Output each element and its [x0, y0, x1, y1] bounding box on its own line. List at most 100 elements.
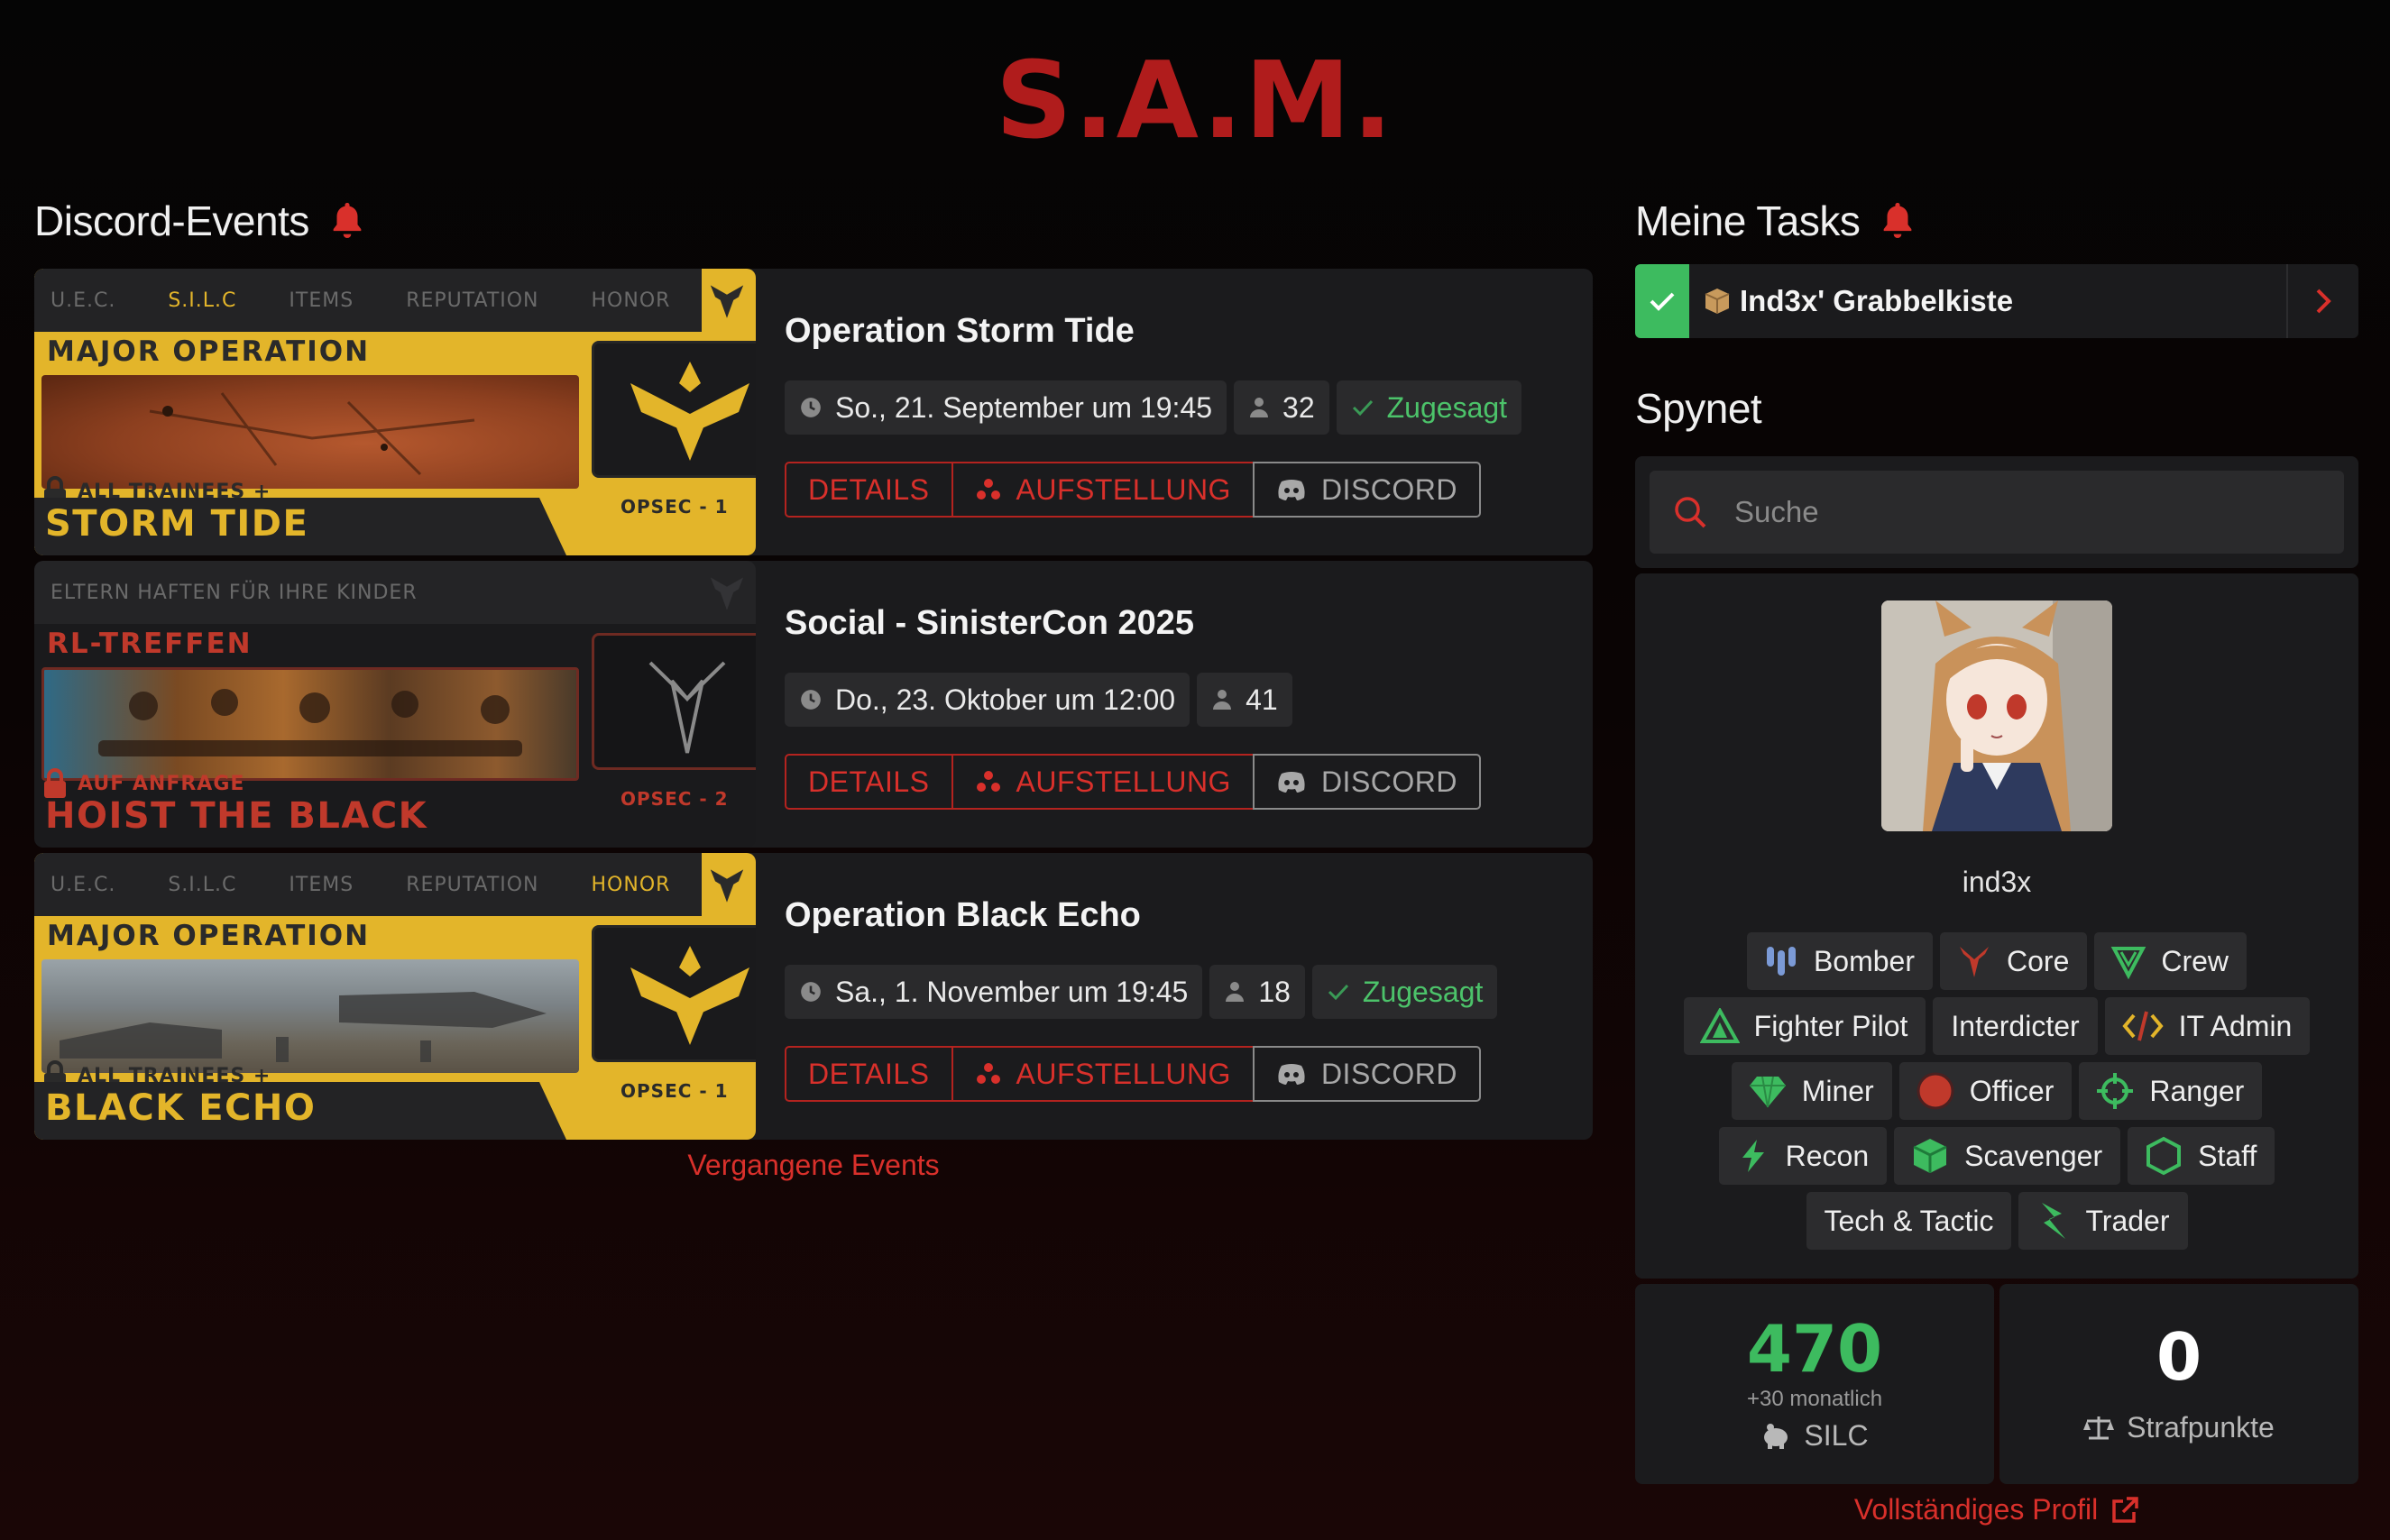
event-meta: Sa., 1. November um 19:45 18 Zugesagt: [785, 965, 1498, 1019]
role-badge[interactable]: Bomber: [1746, 932, 1933, 990]
event-title[interactable]: Operation Storm Tide: [785, 312, 1135, 351]
bell-icon[interactable]: [1880, 201, 1916, 241]
profile-card: ind3x Bomber Core Crew Fighter Pilot Int…: [1635, 573, 2358, 1279]
banner-tab: ITEMS: [289, 873, 354, 896]
event-banner[interactable]: U.E.C. S.I.L.C ITEMS REPUTATION HONOR MA…: [34, 853, 756, 1140]
event-title[interactable]: Social - SinisterCon 2025: [785, 604, 1194, 643]
role-badge[interactable]: Core: [1940, 932, 2088, 990]
discord-button[interactable]: DISCORD: [1252, 754, 1481, 810]
lineup-button[interactable]: AUFSTELLUNG: [951, 1046, 1255, 1102]
search-field[interactable]: [1650, 471, 2344, 554]
rsvp-status: Zugesagt: [1362, 975, 1484, 1008]
event-date: So., 21. September um 19:45: [835, 390, 1213, 424]
banner-tab: S.I.L.C: [168, 873, 237, 896]
full-profile-link[interactable]: Vollständiges Profil: [1635, 1493, 2358, 1526]
user-icon: [1213, 690, 1232, 710]
banner-kicker: MAJOR OPERATION: [47, 920, 371, 952]
trader-bolt-icon: [2042, 1203, 2066, 1239]
event-card[interactable]: U.E.C. S.I.L.C ITEMS REPUTATION HONOR MA…: [34, 269, 1593, 555]
event-banner[interactable]: ELTERN HAFTEN FÜR IHRE KINDER RL-TREFFEN…: [34, 561, 756, 848]
search-input[interactable]: [1734, 495, 2275, 529]
discord-icon: [1278, 772, 1305, 793]
lineup-button[interactable]: AUFSTELLUNG: [951, 754, 1255, 810]
role-badge[interactable]: Ranger: [2079, 1062, 2263, 1120]
lightning-icon: [1742, 1140, 1764, 1172]
attendee-count: 41: [1246, 683, 1278, 716]
discord-icon: [1278, 480, 1305, 500]
role-label: Recon: [1785, 1139, 1870, 1172]
avatar[interactable]: [1881, 600, 2112, 831]
event-banner[interactable]: U.E.C. S.I.L.C ITEMS REPUTATION HONOR MA…: [34, 269, 756, 555]
role-badge[interactable]: Fighter Pilot: [1683, 997, 1926, 1055]
status-chip: Zugesagt: [1311, 965, 1498, 1019]
check-icon: [1352, 399, 1373, 417]
role-badge[interactable]: Crew: [2094, 932, 2248, 990]
hexagon-icon: [2146, 1136, 2182, 1176]
past-events-link[interactable]: Vergangene Events: [34, 1149, 1593, 1182]
event-meta: So., 21. September um 19:45 32 Zugesagt: [785, 380, 1522, 435]
penalty-label: Strafpunkte: [2127, 1410, 2275, 1444]
role-badge[interactable]: Scavenger: [1894, 1127, 2121, 1185]
silc-stat: 470 +30 monatlich SILC: [1635, 1284, 1994, 1484]
clock-icon: [801, 690, 821, 710]
squadron-emblem: [592, 633, 756, 770]
package-icon: [1705, 289, 1730, 314]
event-date: Do., 23. Oktober um 12:00: [835, 683, 1176, 716]
role-row: Miner Officer Ranger: [1731, 1062, 2263, 1120]
attendee-chip: 32: [1234, 380, 1329, 435]
discord-button[interactable]: DISCORD: [1252, 1046, 1481, 1102]
role-badge[interactable]: Interdicter: [1933, 997, 2098, 1055]
date-chip: So., 21. September um 19:45: [785, 380, 1227, 435]
role-row: Tech & Tactic Trader: [1806, 1192, 2188, 1250]
event-title[interactable]: Operation Black Echo: [785, 896, 1141, 935]
role-badge[interactable]: Staff: [2128, 1127, 2275, 1185]
events-heading: Discord-Events: [34, 197, 365, 245]
profile-username: ind3x: [1962, 866, 2032, 898]
sam-emblem-icon: [710, 577, 744, 610]
banner-tab: U.E.C.: [51, 289, 116, 312]
bomb-icon: [1766, 947, 1796, 976]
tasks-heading: Meine Tasks: [1635, 197, 1916, 245]
silc-label: SILC: [1804, 1418, 1869, 1452]
banner-tab: ELTERN HAFTEN FÜR IHRE KINDER: [51, 581, 418, 604]
task-done-checkbox[interactable]: [1635, 264, 1689, 338]
user-icon: [1226, 982, 1245, 1002]
role-label: Core: [2007, 944, 2070, 977]
discord-label: DISCORD: [1320, 1057, 1457, 1090]
event-info: Social - SinisterCon 2025 Do., 23. Oktob…: [785, 561, 1593, 848]
role-badge[interactable]: Recon: [1718, 1127, 1888, 1185]
role-label: Ranger: [2149, 1074, 2245, 1107]
lineup-button[interactable]: AUFSTELLUNG: [951, 462, 1255, 518]
spynet-heading: Spynet: [1635, 384, 1762, 433]
details-button[interactable]: DETAILS: [785, 462, 953, 518]
task-open-button[interactable]: [2286, 264, 2358, 338]
check-icon: [1650, 292, 1675, 311]
role-badge[interactable]: IT Admin: [2104, 997, 2311, 1055]
discord-button[interactable]: DISCORD: [1252, 462, 1481, 518]
role-row: Recon Scavenger Staff: [1718, 1127, 2275, 1185]
role-badge[interactable]: Miner: [1731, 1062, 1892, 1120]
banner-tab: U.E.C.: [51, 873, 116, 896]
chevron-right-icon: [2316, 289, 2331, 314]
role-badge[interactable]: Officer: [1898, 1062, 2073, 1120]
event-actions: DETAILS AUFSTELLUNG DISCORD: [785, 1046, 1481, 1102]
details-button[interactable]: DETAILS: [785, 1046, 953, 1102]
event-actions: DETAILS AUFSTELLUNG DISCORD: [785, 754, 1481, 810]
banner-tab: ITEMS: [289, 289, 354, 312]
role-label: Interdicter: [1951, 1009, 2080, 1042]
details-button[interactable]: DETAILS: [785, 754, 953, 810]
banner-tab: S.I.L.C: [168, 289, 237, 312]
task-item[interactable]: Ind3x' Grabbelkiste: [1635, 264, 2358, 338]
banner-kicker: MAJOR OPERATION: [47, 335, 371, 368]
role-badge[interactable]: Tech & Tactic: [1806, 1192, 2012, 1250]
discord-label: DISCORD: [1320, 765, 1457, 798]
event-card[interactable]: U.E.C. S.I.L.C ITEMS REPUTATION HONOR MA…: [34, 853, 1593, 1140]
bell-icon[interactable]: [329, 201, 365, 241]
penalty-unit: Strafpunkte: [2083, 1411, 2275, 1444]
role-badge[interactable]: Trader: [2018, 1192, 2188, 1250]
event-card[interactable]: ELTERN HAFTEN FÜR IHRE KINDER RL-TREFFEN…: [34, 561, 1593, 848]
role-label: Crew: [2161, 944, 2229, 977]
role-label: Staff: [2198, 1139, 2257, 1172]
banner-tabs: U.E.C. S.I.L.C ITEMS REPUTATION HONOR: [34, 853, 702, 916]
role-row: Bomber Core Crew: [1746, 932, 2248, 990]
